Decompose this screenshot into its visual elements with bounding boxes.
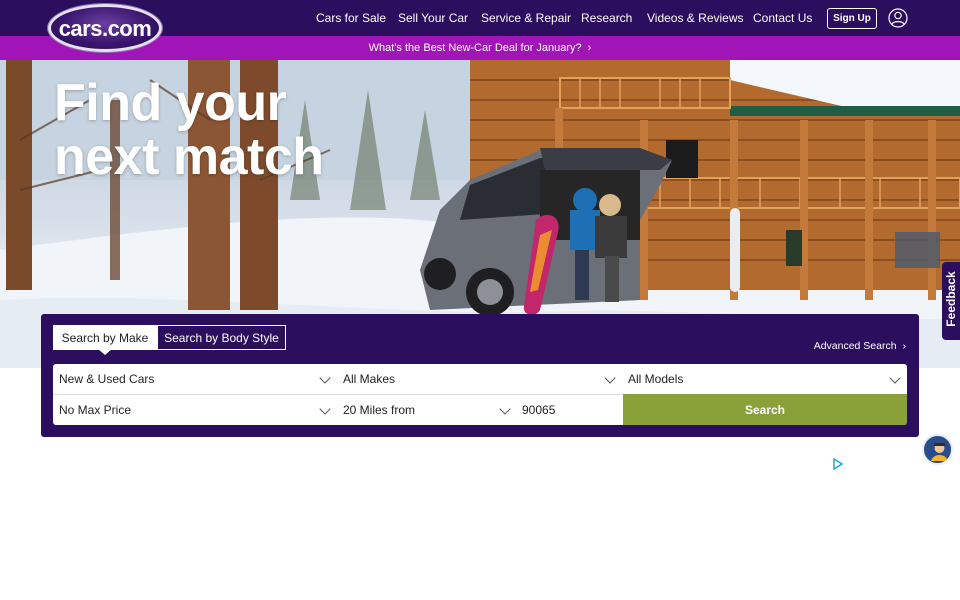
adchoices-icon[interactable] xyxy=(832,458,844,470)
model-select[interactable]: All Models xyxy=(622,364,907,394)
chevron-down-icon xyxy=(604,372,616,384)
search-form: New & Used Cars All Makes All Models No … xyxy=(53,364,907,425)
promo-text: What's the Best New-Car Deal for January… xyxy=(368,42,582,54)
make-value: All Makes xyxy=(343,372,396,386)
hero-title: Find your next match xyxy=(54,76,324,184)
advanced-search-label: Advanced Search xyxy=(813,340,897,352)
stock-type-value: New & Used Cars xyxy=(59,372,155,386)
chevron-down-icon xyxy=(319,403,331,415)
chevron-down-icon xyxy=(319,372,331,384)
chat-avatar-graphic xyxy=(924,436,951,463)
nav-contact-us[interactable]: Contact Us xyxy=(753,11,812,25)
zip-input[interactable] xyxy=(517,395,623,425)
sign-up-button[interactable]: Sign Up xyxy=(827,8,877,29)
search-button[interactable]: Search xyxy=(623,394,907,425)
tab-search-by-make[interactable]: Search by Make xyxy=(53,325,157,350)
chevron-down-icon xyxy=(499,403,511,415)
nav-research[interactable]: Research xyxy=(581,11,632,25)
chevron-down-icon xyxy=(889,372,901,384)
chevron-right-icon: › xyxy=(902,340,907,352)
nav-sell-your-car[interactable]: Sell Your Car xyxy=(398,11,468,25)
chevron-right-icon: › xyxy=(587,42,592,54)
distance-select[interactable]: 20 Miles from xyxy=(337,395,517,425)
advanced-search-link[interactable]: Advanced Search › xyxy=(814,340,906,352)
chat-assistant-icon[interactable] xyxy=(922,434,953,465)
nav-cars-for-sale[interactable]: Cars for Sale xyxy=(316,11,386,25)
stock-type-select[interactable]: New & Used Cars xyxy=(53,364,337,394)
price-select[interactable]: No Max Price xyxy=(53,395,337,425)
nav-service-repair[interactable]: Service & Repair xyxy=(481,11,571,25)
hero-title-line-2: next match xyxy=(54,128,324,186)
feedback-tab[interactable]: Feedback xyxy=(942,262,960,340)
feedback-label: Feedback xyxy=(944,271,958,327)
tab-search-by-body-style[interactable]: Search by Body Style xyxy=(157,325,286,350)
user-circle-icon[interactable] xyxy=(888,8,908,28)
search-panel: Search by Make Search by Body Style Adva… xyxy=(41,314,919,437)
make-select[interactable]: All Makes xyxy=(337,364,622,394)
cars-com-logo[interactable]: cars.com xyxy=(48,4,162,52)
distance-value: 20 Miles from xyxy=(343,403,416,417)
active-tab-caret xyxy=(98,349,112,355)
hero-title-line-1: Find your xyxy=(54,74,287,132)
logo-text: cars.com xyxy=(58,16,152,41)
nav-videos-reviews[interactable]: Videos & Reviews xyxy=(647,11,744,25)
price-value: No Max Price xyxy=(59,403,132,417)
model-value: All Models xyxy=(628,372,684,386)
